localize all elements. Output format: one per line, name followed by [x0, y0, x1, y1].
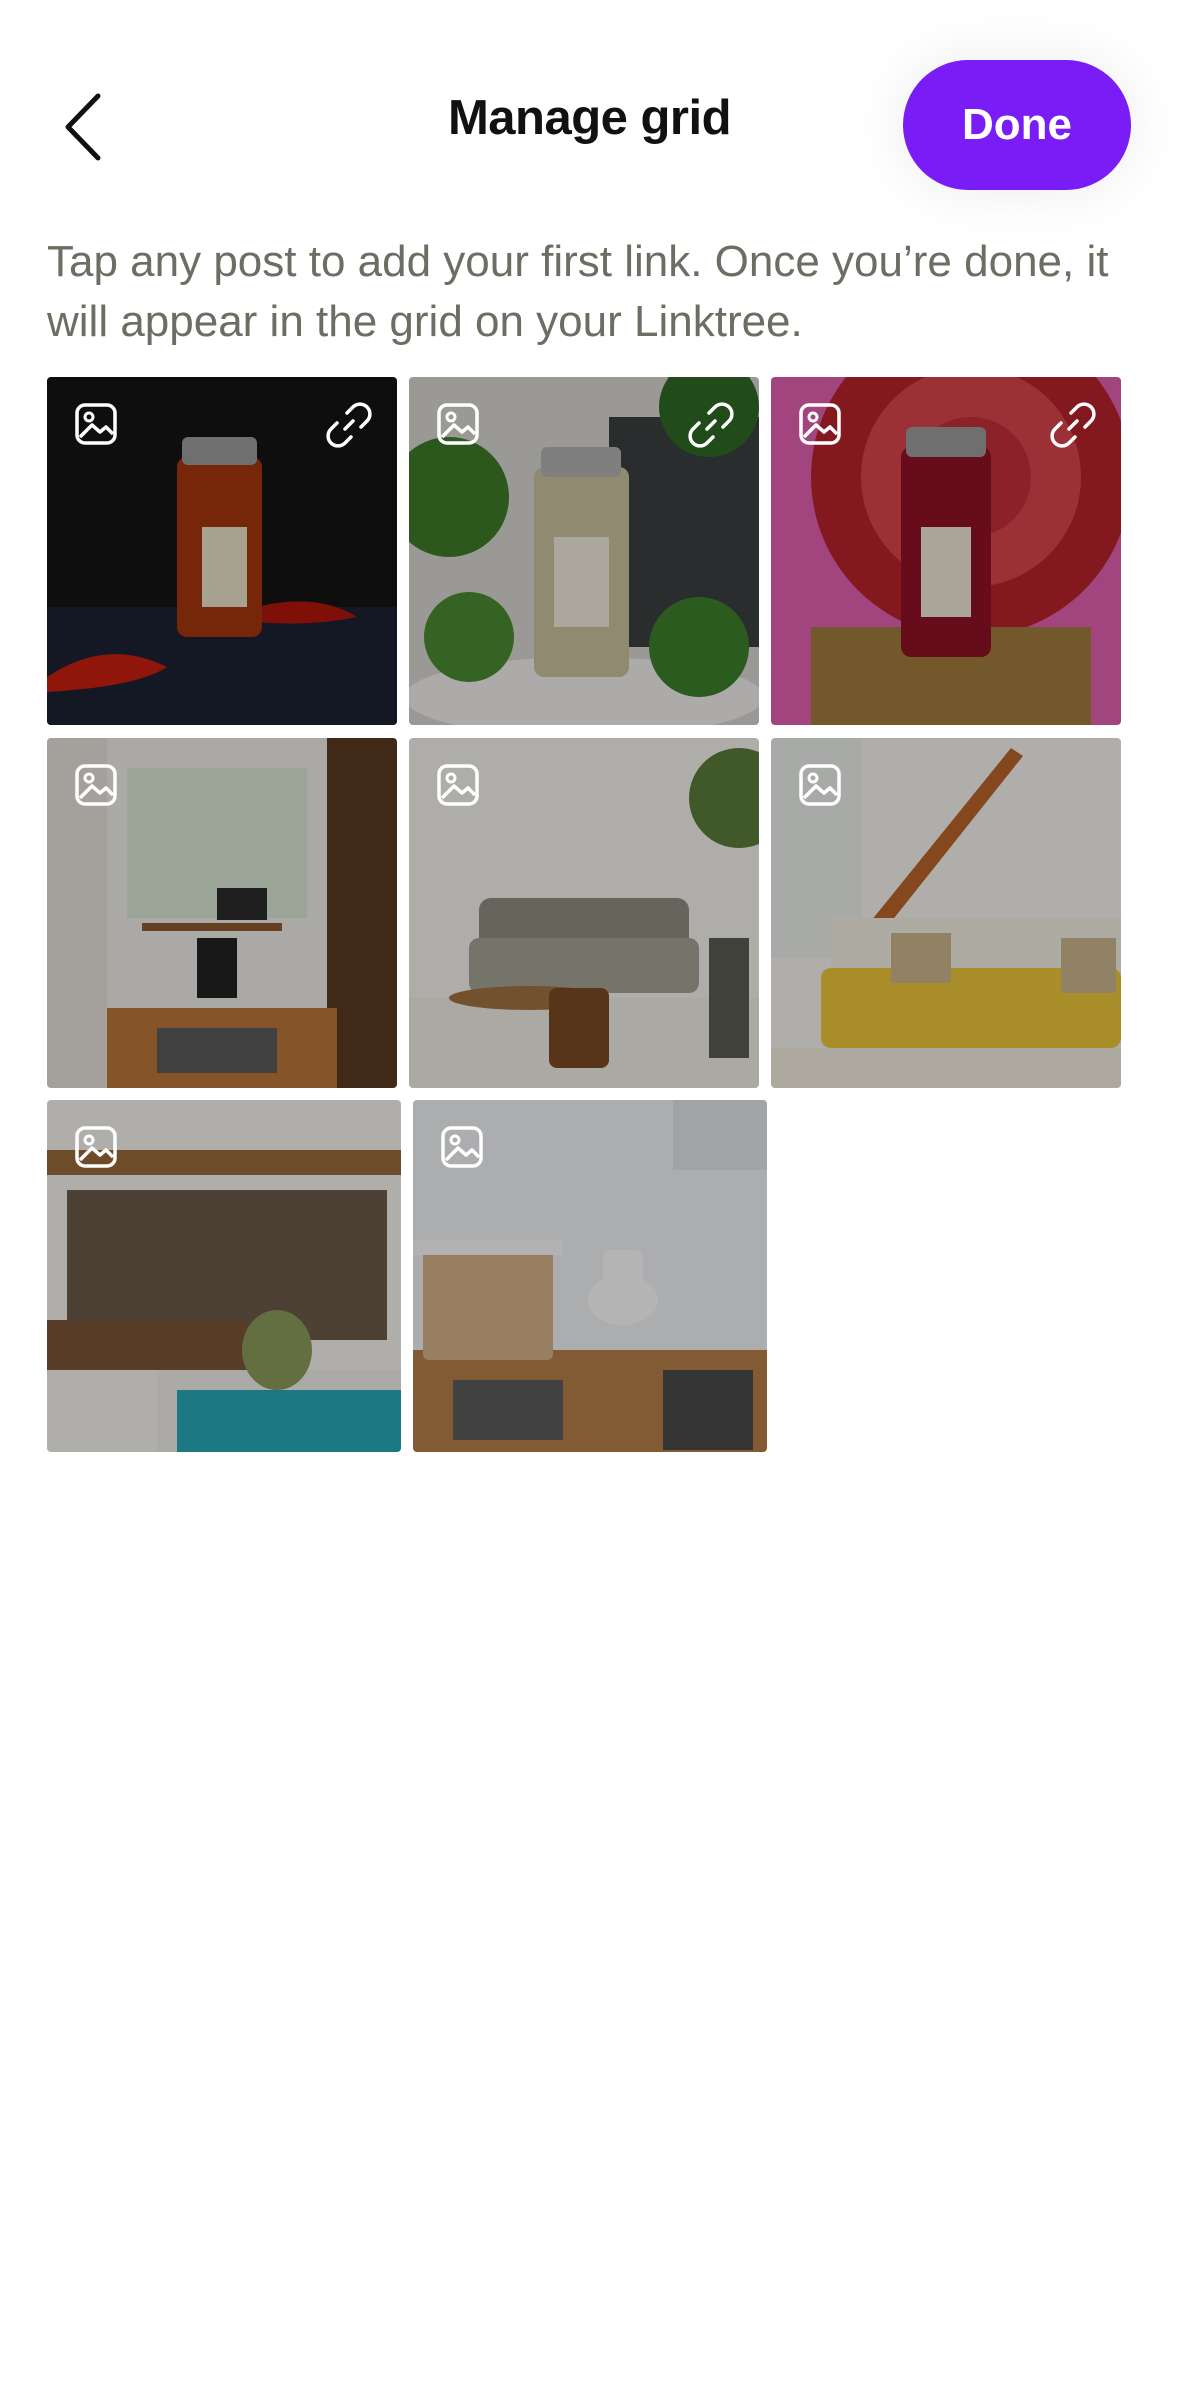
image-icon — [73, 762, 119, 808]
image-icon — [435, 401, 481, 447]
post-grid — [0, 0, 1179, 1460]
grid-post-2[interactable] — [409, 377, 759, 725]
link-icon[interactable] — [685, 399, 737, 451]
image-icon — [73, 401, 119, 447]
grid-post-3[interactable] — [771, 377, 1121, 725]
link-icon[interactable] — [323, 399, 375, 451]
grid-post-7[interactable] — [47, 1100, 401, 1452]
grid-post-6[interactable] — [771, 738, 1121, 1088]
image-icon — [439, 1124, 485, 1170]
link-icon[interactable] — [1047, 399, 1099, 451]
grid-post-8[interactable] — [413, 1100, 767, 1452]
image-icon — [73, 1124, 119, 1170]
image-icon — [797, 401, 843, 447]
grid-post-4[interactable] — [47, 738, 397, 1088]
image-icon — [797, 762, 843, 808]
image-icon — [435, 762, 481, 808]
grid-post-5[interactable] — [409, 738, 759, 1088]
grid-post-1[interactable] — [47, 377, 397, 725]
